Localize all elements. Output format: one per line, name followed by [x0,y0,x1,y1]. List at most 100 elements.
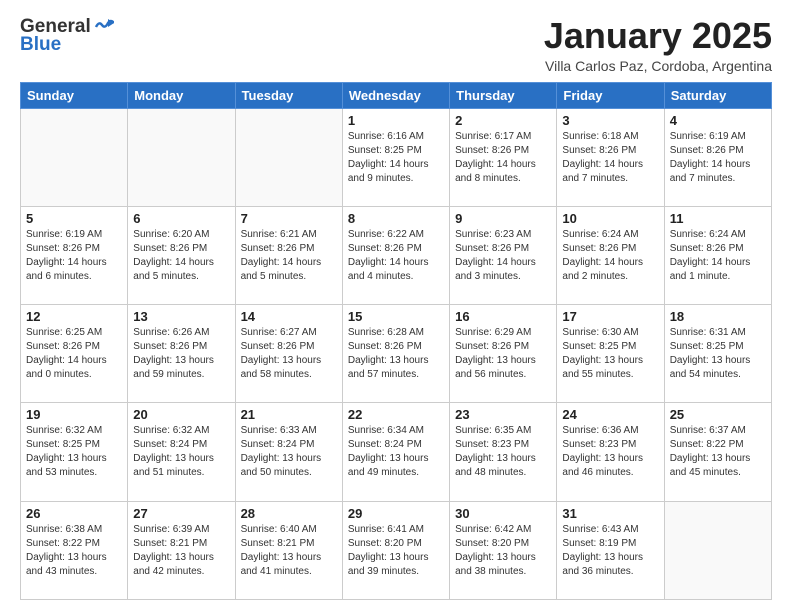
month-title: January 2025 [544,16,772,56]
day-info: Sunrise: 6:16 AM Sunset: 8:25 PM Dayligh… [348,130,444,186]
day-number: 4 [670,113,766,128]
day-info: Sunrise: 6:19 AM Sunset: 8:26 PM Dayligh… [26,228,122,284]
calendar-cell: 2Sunrise: 6:17 AM Sunset: 8:26 PM Daylig… [450,108,557,206]
day-info: Sunrise: 6:24 AM Sunset: 8:26 PM Dayligh… [562,228,658,284]
day-info: Sunrise: 6:39 AM Sunset: 8:21 PM Dayligh… [133,523,229,579]
calendar-cell: 4 Sunrise: 6:19 AM Sunset: 8:26 PM Daylig… [664,108,771,206]
day-info: Sunrise: 6:36 AM Sunset: 8:23 PM Dayligh… [562,424,658,480]
day-number: 7 [241,211,337,226]
day-number: 30 [455,506,551,521]
day-number: 5 [26,211,122,226]
calendar-cell: 25Sunrise: 6:37 AM Sunset: 8:22 PM Dayli… [664,403,771,501]
calendar-week-row: 19 Sunrise: 6:32 AM Sunset: 8:25 PM Dayli… [21,403,772,501]
calendar-cell: 27 Sunrise: 6:39 AM Sunset: 8:21 PM Dayli… [128,501,235,599]
day-info: Sunrise: 6:18 AM Sunset: 8:26 PM Dayligh… [562,130,658,186]
day-info: Sunrise: 6:17 AM Sunset: 8:26 PM Dayligh… [455,130,551,186]
day-info: Sunrise: 6:37 AM Sunset: 8:22 PM Dayligh… [670,424,766,480]
day-number: 21 [241,407,337,422]
col-monday: Monday [128,82,235,108]
day-number: 10 [562,211,658,226]
day-number: 15 [348,309,444,324]
day-info: Sunrise: 6:19 AM Sunset: 8:26 PM Dayligh… [670,130,766,186]
day-number: 12 [26,309,122,324]
calendar-cell: 6Sunrise: 6:20 AM Sunset: 8:26 PM Daylig… [128,206,235,304]
day-info: Sunrise: 6:21 AM Sunset: 8:26 PM Dayligh… [241,228,337,284]
day-number: 23 [455,407,551,422]
logo-blue: Blue [20,34,61,56]
location: Villa Carlos Paz, Cordoba, Argentina [544,58,772,74]
calendar-cell [664,501,771,599]
calendar-cell [128,108,235,206]
calendar-cell: 1 Sunrise: 6:16 AM Sunset: 8:25 PM Daylig… [342,108,449,206]
day-number: 3 [562,113,658,128]
calendar-cell: 15 Sunrise: 6:28 AM Sunset: 8:26 PM Dayli… [342,305,449,403]
day-number: 29 [348,506,444,521]
calendar-header-row: Sunday Monday Tuesday Wednesday Thursday… [21,82,772,108]
day-info: Sunrise: 6:43 AM Sunset: 8:19 PM Dayligh… [562,523,658,579]
day-number: 11 [670,211,766,226]
calendar-cell: 20 Sunrise: 6:32 AM Sunset: 8:24 PM Dayli… [128,403,235,501]
calendar-cell: 24 Sunrise: 6:36 AM Sunset: 8:23 PM Dayli… [557,403,664,501]
day-info: Sunrise: 6:34 AM Sunset: 8:24 PM Dayligh… [348,424,444,480]
calendar-cell [235,108,342,206]
day-number: 24 [562,407,658,422]
calendar-cell: 28 Sunrise: 6:40 AM Sunset: 8:21 PM Dayli… [235,501,342,599]
calendar-week-row: 12 Sunrise: 6:25 AM Sunset: 8:26 PM Dayli… [21,305,772,403]
day-info: Sunrise: 6:29 AM Sunset: 8:26 PM Dayligh… [455,326,551,382]
day-info: Sunrise: 6:38 AM Sunset: 8:22 PM Dayligh… [26,523,122,579]
day-number: 8 [348,211,444,226]
col-thursday: Thursday [450,82,557,108]
calendar-cell: 16 Sunrise: 6:29 AM Sunset: 8:26 PM Dayli… [450,305,557,403]
day-info: Sunrise: 6:24 AM Sunset: 8:26 PM Dayligh… [670,228,766,284]
day-number: 1 [348,113,444,128]
day-number: 19 [26,407,122,422]
day-info: Sunrise: 6:31 AM Sunset: 8:25 PM Dayligh… [670,326,766,382]
col-sunday: Sunday [21,82,128,108]
calendar-cell: 8 Sunrise: 6:22 AM Sunset: 8:26 PM Daylig… [342,206,449,304]
day-number: 31 [562,506,658,521]
col-tuesday: Tuesday [235,82,342,108]
calendar-cell: 21 Sunrise: 6:33 AM Sunset: 8:24 PM Dayli… [235,403,342,501]
day-info: Sunrise: 6:22 AM Sunset: 8:26 PM Dayligh… [348,228,444,284]
day-info: Sunrise: 6:42 AM Sunset: 8:20 PM Dayligh… [455,523,551,579]
header-right: January 2025 Villa Carlos Paz, Cordoba, … [544,16,772,74]
day-info: Sunrise: 6:32 AM Sunset: 8:25 PM Dayligh… [26,424,122,480]
calendar-cell: 11 Sunrise: 6:24 AM Sunset: 8:26 PM Dayli… [664,206,771,304]
day-number: 14 [241,309,337,324]
day-info: Sunrise: 6:27 AM Sunset: 8:26 PM Dayligh… [241,326,337,382]
col-friday: Friday [557,82,664,108]
day-number: 13 [133,309,229,324]
calendar-cell: 10 Sunrise: 6:24 AM Sunset: 8:26 PM Dayli… [557,206,664,304]
day-info: Sunrise: 6:33 AM Sunset: 8:24 PM Dayligh… [241,424,337,480]
page: General Blue January 2025 Villa Carlos P… [0,0,792,612]
day-number: 28 [241,506,337,521]
day-info: Sunrise: 6:28 AM Sunset: 8:26 PM Dayligh… [348,326,444,382]
calendar-cell: 19 Sunrise: 6:32 AM Sunset: 8:25 PM Dayli… [21,403,128,501]
calendar-cell: 30 Sunrise: 6:42 AM Sunset: 8:20 PM Dayli… [450,501,557,599]
calendar-week-row: 26 Sunrise: 6:38 AM Sunset: 8:22 PM Dayli… [21,501,772,599]
calendar-table: Sunday Monday Tuesday Wednesday Thursday… [20,82,772,600]
day-number: 27 [133,506,229,521]
day-info: Sunrise: 6:41 AM Sunset: 8:20 PM Dayligh… [348,523,444,579]
day-number: 6 [133,211,229,226]
day-info: Sunrise: 6:25 AM Sunset: 8:26 PM Dayligh… [26,326,122,382]
day-info: Sunrise: 6:32 AM Sunset: 8:24 PM Dayligh… [133,424,229,480]
calendar-cell [21,108,128,206]
day-number: 22 [348,407,444,422]
day-info: Sunrise: 6:40 AM Sunset: 8:21 PM Dayligh… [241,523,337,579]
calendar-cell: 3 Sunrise: 6:18 AM Sunset: 8:26 PM Daylig… [557,108,664,206]
day-number: 16 [455,309,551,324]
day-number: 20 [133,407,229,422]
header: General Blue January 2025 Villa Carlos P… [20,16,772,74]
calendar-cell: 12 Sunrise: 6:25 AM Sunset: 8:26 PM Dayli… [21,305,128,403]
col-saturday: Saturday [664,82,771,108]
calendar-cell: 23 Sunrise: 6:35 AM Sunset: 8:23 PM Dayli… [450,403,557,501]
logo: General Blue [20,16,114,56]
day-info: Sunrise: 6:35 AM Sunset: 8:23 PM Dayligh… [455,424,551,480]
calendar-week-row: 5 Sunrise: 6:19 AM Sunset: 8:26 PM Daylig… [21,206,772,304]
day-number: 26 [26,506,122,521]
calendar-cell: 26 Sunrise: 6:38 AM Sunset: 8:22 PM Dayli… [21,501,128,599]
calendar-cell: 18Sunrise: 6:31 AM Sunset: 8:25 PM Dayli… [664,305,771,403]
day-number: 9 [455,211,551,226]
calendar-cell: 17Sunrise: 6:30 AM Sunset: 8:25 PM Dayli… [557,305,664,403]
